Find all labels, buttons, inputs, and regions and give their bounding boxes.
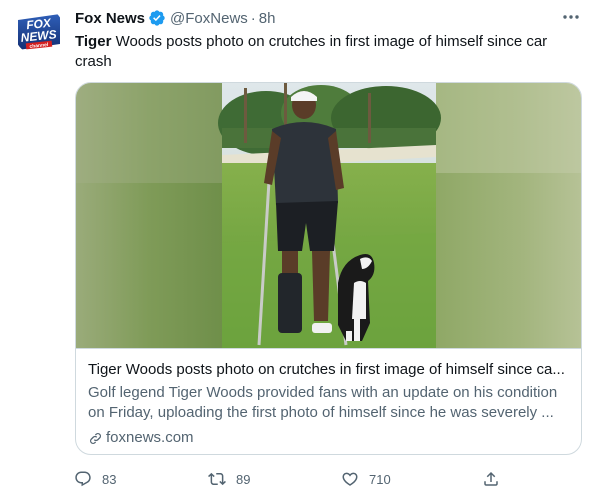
card-title: Tiger Woods posts photo on crutches in f…	[88, 361, 565, 378]
retweet-button[interactable]: 89	[200, 462, 250, 496]
reply-icon	[66, 462, 100, 496]
separator-dot: ·	[250, 9, 256, 27]
link-card[interactable]: Tiger Woods posts photo on crutches in f…	[75, 82, 582, 455]
share-button[interactable]	[474, 462, 508, 496]
retweet-icon	[200, 462, 234, 496]
tweet-text: Tiger Woods posts photo on crutches in f…	[75, 32, 575, 72]
link-icon	[90, 432, 101, 444]
fox-news-logo: FOX NEWS channel	[14, 6, 64, 56]
card-domain: foxnews.com	[88, 428, 569, 448]
reply-button[interactable]: 83	[66, 462, 116, 496]
display-name[interactable]: Fox News	[75, 10, 145, 27]
like-icon	[333, 462, 367, 496]
reply-count: 83	[102, 471, 117, 487]
like-count: 710	[369, 471, 391, 487]
avatar[interactable]: FOX NEWS channel	[14, 6, 64, 56]
tweet-header: Fox News @FoxNews · 8h	[75, 8, 275, 28]
verified-badge-icon	[148, 9, 166, 27]
more-options-icon[interactable]	[556, 6, 586, 28]
card-image[interactable]	[76, 83, 581, 348]
tweet-text-rest: Woods posts photo on crutches in first i…	[75, 33, 548, 70]
action-bar: 83 89 710	[60, 462, 580, 496]
tweet[interactable]: FOX NEWS channel Fox News @FoxNews · 8h …	[0, 0, 599, 500]
tweet-text-bold: Tiger	[75, 33, 112, 50]
card-body[interactable]: Tiger Woods posts photo on crutches in f…	[76, 348, 581, 454]
like-button[interactable]: 710	[333, 462, 391, 496]
handle[interactable]: @FoxNews	[170, 10, 248, 27]
card-domain-text: foxnews.com	[106, 429, 194, 446]
share-icon	[474, 462, 508, 496]
card-description: Golf legend Tiger Woods provided fans wi…	[88, 384, 558, 421]
retweet-count: 89	[236, 471, 251, 487]
timestamp[interactable]: 8h	[259, 10, 276, 27]
